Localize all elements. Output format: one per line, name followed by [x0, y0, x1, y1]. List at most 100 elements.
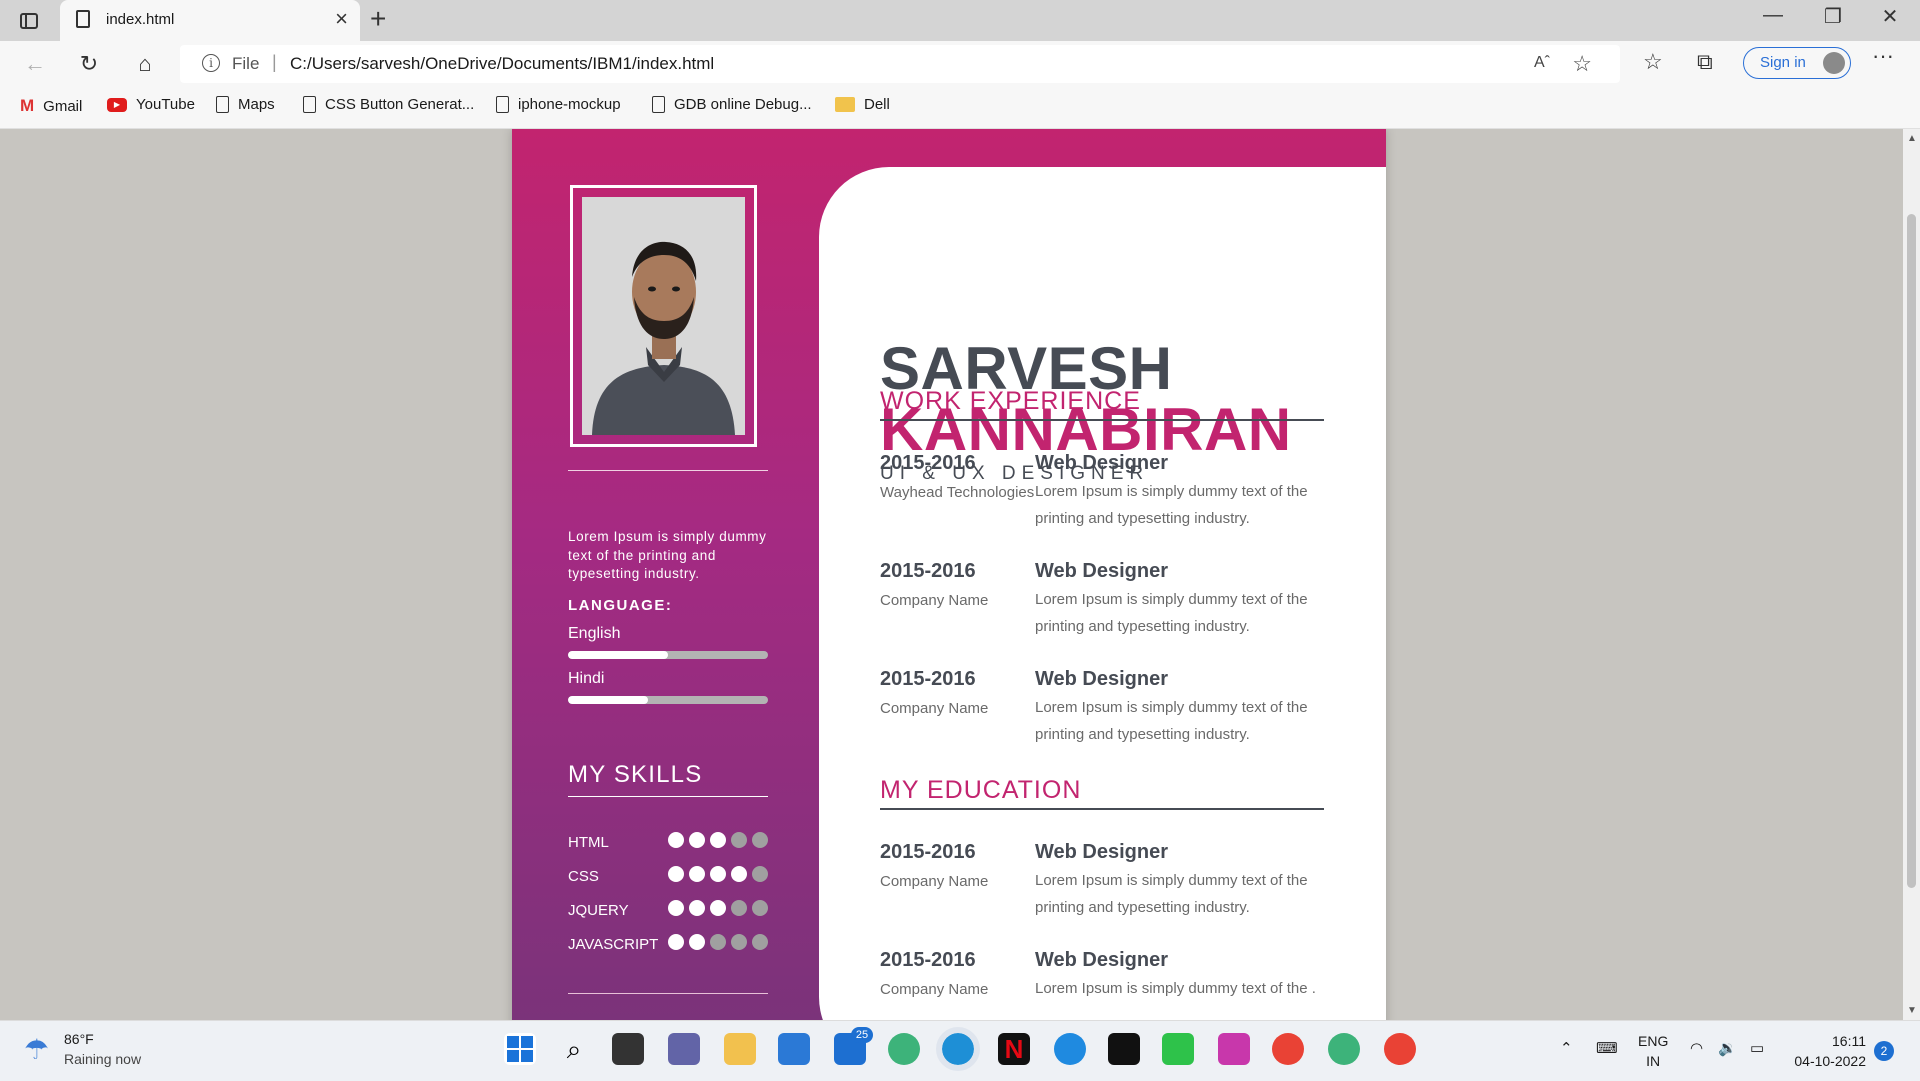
- atom-icon[interactable]: [1328, 1033, 1360, 1065]
- bookmark-label: CSS Button Generat...: [325, 96, 475, 113]
- bookmark-youtube[interactable]: ▶ YouTube: [107, 96, 195, 113]
- bookmark-gdb[interactable]: GDB online Debug...: [652, 96, 812, 113]
- weather-rain-icon[interactable]: ☂: [24, 1033, 49, 1066]
- bookmark-label: Gmail: [43, 97, 83, 115]
- atom-icon[interactable]: [888, 1033, 920, 1065]
- skill-row: CSS: [568, 866, 768, 886]
- language-bar-fill: [568, 696, 648, 704]
- skill-dot: [752, 934, 768, 950]
- bookmarks-bar: M Gmail ▶ YouTube Maps CSS Button Genera…: [0, 87, 1920, 129]
- collections-icon[interactable]: ⧉: [1697, 49, 1713, 75]
- file-explorer-icon[interactable]: [724, 1033, 756, 1065]
- add-favorite-icon[interactable]: ☆: [1572, 51, 1592, 77]
- language-name: English: [568, 625, 621, 642]
- education-heading: MY EDUCATION: [880, 776, 1082, 804]
- avatar-icon: [1823, 52, 1845, 74]
- battery-icon[interactable]: ▭: [1750, 1039, 1764, 1057]
- scroll-up-icon[interactable]: ▲: [1907, 133, 1917, 144]
- page-icon: [76, 10, 90, 28]
- read-aloud-icon[interactable]: Aˆ: [1534, 54, 1550, 72]
- sidebar-divider: [568, 470, 768, 471]
- scrollbar-thumb[interactable]: [1907, 214, 1916, 888]
- wifi-icon[interactable]: ◠: [1690, 1039, 1703, 1057]
- skill-dot: [668, 934, 684, 950]
- new-tab-icon[interactable]: +: [370, 3, 386, 35]
- window-close-icon[interactable]: ✕: [1870, 4, 1910, 29]
- tab-actions-icon[interactable]: [18, 10, 40, 32]
- more-menu-icon[interactable]: ···: [1872, 43, 1894, 69]
- gmail-icon: M: [20, 96, 35, 115]
- task-view-icon[interactable]: [612, 1033, 644, 1065]
- vertical-scrollbar[interactable]: ▲ ▼: [1903, 129, 1920, 1020]
- netflix-icon[interactable]: N: [998, 1033, 1030, 1065]
- section-divider: [880, 808, 1324, 810]
- app-icon[interactable]: [1054, 1033, 1086, 1065]
- entry-years: 2015-2016: [880, 668, 976, 690]
- bookmark-iphone-mockup[interactable]: iphone-mockup: [496, 96, 621, 113]
- skill-dot: [689, 900, 705, 916]
- skill-dot: [731, 900, 747, 916]
- favorites-icon[interactable]: ☆: [1643, 49, 1663, 75]
- entry-years: 2015-2016: [880, 949, 976, 971]
- notepad-icon[interactable]: [778, 1033, 810, 1065]
- bookmark-gmail[interactable]: M Gmail: [20, 96, 82, 116]
- instagram-icon[interactable]: [1218, 1033, 1250, 1065]
- volume-icon[interactable]: 🔉: [1718, 1039, 1737, 1057]
- sign-in-button[interactable]: Sign in: [1743, 47, 1851, 79]
- show-hidden-icons-icon[interactable]: ⌃: [1560, 1039, 1573, 1057]
- back-icon[interactable]: ←: [18, 47, 52, 81]
- date: 04-10-2022: [1794, 1053, 1866, 1069]
- entry-description: Lorem Ipsum is simply dummy text of the …: [1035, 699, 1308, 743]
- home-icon[interactable]: ⌂: [128, 47, 162, 81]
- close-tab-icon[interactable]: ×: [335, 6, 348, 32]
- url-text[interactable]: C:/Users/sarvesh/OneDrive/Documents/IBM1…: [290, 54, 714, 74]
- weather-temperature[interactable]: 86°F: [64, 1031, 94, 1047]
- entry-company: Company Name: [880, 592, 989, 609]
- skill-dot: [689, 934, 705, 950]
- input-language[interactable]: ENG IN: [1638, 1031, 1668, 1071]
- restore-icon[interactable]: ❐: [1813, 4, 1853, 29]
- skill-dot: [731, 832, 747, 848]
- address-bar[interactable]: i File | C:/Users/sarvesh/OneDrive/Docum…: [180, 45, 1620, 83]
- bookmark-label: iphone-mockup: [518, 96, 621, 113]
- profile-photo: [582, 197, 745, 435]
- page-icon: [216, 96, 229, 113]
- page-icon: [496, 96, 509, 113]
- keyboard-icon[interactable]: ⌨: [1596, 1039, 1618, 1057]
- info-icon[interactable]: i: [202, 54, 220, 72]
- clock[interactable]: 16:11 04-10-2022: [1790, 1031, 1866, 1071]
- notification-badge[interactable]: 2: [1874, 1041, 1894, 1061]
- skill-dot: [689, 832, 705, 848]
- start-icon[interactable]: [504, 1033, 536, 1065]
- skill-dot: [710, 832, 726, 848]
- bookmark-css-button[interactable]: CSS Button Generat...: [303, 96, 474, 113]
- about-text: Lorem Ipsum is simply dummy text of the …: [568, 529, 767, 581]
- skill-dot: [731, 866, 747, 882]
- entry-company: Company Name: [880, 873, 989, 890]
- skill-name: JAVASCRIPT: [568, 936, 659, 953]
- bookmark-maps[interactable]: Maps: [216, 96, 275, 113]
- teams-chat-icon[interactable]: [668, 1033, 700, 1065]
- terminal-icon[interactable]: [1108, 1033, 1140, 1065]
- skills-heading: MY SKILLS: [568, 761, 703, 788]
- scroll-down-icon[interactable]: ▼: [1907, 1005, 1917, 1016]
- search-icon[interactable]: ⌕: [558, 1033, 590, 1065]
- entry-title: Web Designer: [1035, 841, 1168, 863]
- bookmark-dell[interactable]: Dell: [835, 96, 890, 113]
- skill-row: HTML: [568, 832, 768, 852]
- minimize-icon[interactable]: —: [1753, 4, 1793, 27]
- chrome-icon[interactable]: [1384, 1033, 1416, 1065]
- pycharm-icon[interactable]: [1162, 1033, 1194, 1065]
- refresh-icon[interactable]: ↻: [72, 47, 106, 81]
- page-icon: [652, 96, 665, 113]
- entry-title: Web Designer: [1035, 949, 1168, 971]
- entry-company: Wayhead Technologies: [880, 484, 1035, 501]
- page-icon: [303, 96, 316, 113]
- entry-years: 2015-2016: [880, 560, 976, 582]
- bookmark-label: Maps: [238, 96, 275, 113]
- edge-icon[interactable]: [936, 1027, 980, 1071]
- mail-badge: 25: [851, 1027, 873, 1043]
- chrome-icon[interactable]: [1272, 1033, 1304, 1065]
- browser-tab[interactable]: index.html ×: [60, 0, 360, 41]
- weather-condition[interactable]: Raining now: [64, 1051, 141, 1067]
